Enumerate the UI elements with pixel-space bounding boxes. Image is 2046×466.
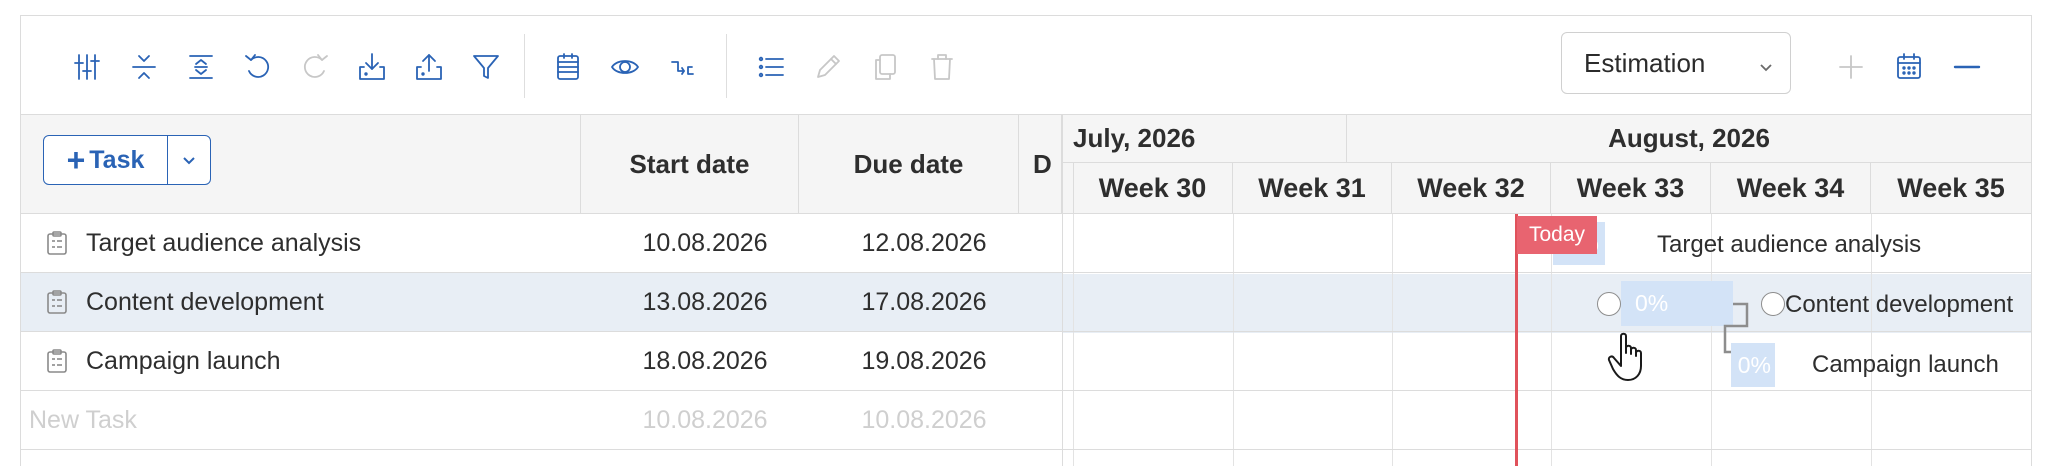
new-task-start-date[interactable]: 10.08.2026 — [596, 391, 814, 450]
week-gridline — [1073, 214, 1074, 466]
start-date-cell: 13.08.2026 — [642, 288, 768, 316]
task-clipboard-icon — [45, 348, 69, 374]
collapse-all-icon[interactable] — [126, 49, 162, 85]
redo-icon[interactable] — [297, 49, 333, 85]
plus-icon: + — [66, 142, 86, 178]
add-icon[interactable] — [1833, 49, 1869, 85]
due-date-cell: 12.08.2026 — [861, 229, 987, 257]
task-bar[interactable]: 0% — [1731, 343, 1775, 387]
start-date-cell: 18.08.2026 — [642, 347, 768, 375]
timeline-header: July, 2026 August, 2026 Week 30 Week 31 … — [1063, 115, 2031, 214]
week-header: Week 30 — [1073, 163, 1233, 213]
schedule-icon[interactable] — [550, 49, 586, 85]
task-bar-progress: 0% — [1737, 351, 1771, 378]
hand-cursor-icon — [1607, 332, 1642, 381]
row-gridline — [1063, 272, 2031, 273]
start-date-cell: 10.08.2026 — [642, 229, 768, 257]
task-clipboard-icon — [45, 289, 69, 315]
add-task-button[interactable]: + Task — [44, 136, 168, 184]
table-row[interactable]: Target audience analysis 10.08.2026 12.0… — [21, 214, 1062, 273]
week-header: Week 33 — [1551, 163, 1711, 213]
gantt-app: Estimation + Task Start date Due date D … — [20, 15, 2032, 466]
copy-icon[interactable] — [867, 49, 903, 85]
row-gridline — [1063, 331, 2031, 332]
dependencies-icon[interactable] — [664, 49, 700, 85]
list-icon[interactable] — [753, 49, 789, 85]
add-task-button-group: + Task — [43, 135, 211, 185]
week-header: Week 34 — [1711, 163, 1871, 213]
view-icon[interactable] — [607, 49, 643, 85]
delete-icon[interactable] — [924, 49, 960, 85]
task-bar-label: Campaign launch — [1812, 351, 1999, 378]
import-icon[interactable] — [354, 49, 390, 85]
table-row[interactable]: Content development 13.08.2026 17.08.202… — [21, 273, 1062, 332]
table-row[interactable]: Campaign launch 18.08.2026 19.08.2026 — [21, 332, 1062, 391]
estimation-select[interactable]: Estimation — [1561, 32, 1791, 94]
undo-icon[interactable] — [240, 49, 276, 85]
new-task-due-date[interactable]: 10.08.2026 — [814, 391, 1034, 450]
chevron-down-icon — [1756, 53, 1776, 73]
task-bar-progress: 0% — [1635, 290, 1669, 316]
month-header: August, 2026 — [1347, 115, 2031, 163]
toolbar-separator — [524, 34, 525, 98]
task-column-header: + Task — [21, 115, 581, 213]
task-name: Campaign launch — [86, 347, 281, 375]
edit-icon[interactable] — [810, 49, 846, 85]
row-gridline — [1063, 449, 2031, 450]
chevron-down-icon — [183, 157, 195, 165]
new-task-row[interactable]: New Task 10.08.2026 10.08.2026 — [21, 391, 1062, 450]
grid-header: + Task Start date Due date D — [21, 115, 1062, 214]
due-date-cell: 19.08.2026 — [861, 347, 987, 375]
start-date-header[interactable]: Start date — [581, 115, 799, 213]
add-task-dropdown[interactable] — [168, 136, 210, 184]
estimation-select-value: Estimation — [1584, 47, 1706, 78]
due-date-header[interactable]: Due date — [799, 115, 1019, 213]
due-date-cell: 17.08.2026 — [861, 288, 987, 316]
week-gridline — [1233, 214, 1234, 466]
week-gridline — [1392, 214, 1393, 466]
toolbar: Estimation — [21, 16, 2031, 115]
week-header: Week 31 — [1233, 163, 1392, 213]
task-clipboard-icon — [45, 230, 69, 256]
week-header: Week 35 — [1897, 172, 2005, 203]
toolbar-separator — [726, 34, 727, 98]
expand-all-icon[interactable] — [183, 49, 219, 85]
zoom-out-icon[interactable] — [1949, 49, 1985, 85]
export-icon[interactable] — [411, 49, 447, 85]
today-marker-label: Today — [1517, 216, 1597, 254]
filter-icon[interactable] — [468, 49, 504, 85]
calendar-icon[interactable] — [1891, 49, 1927, 85]
week-header: Week 32 — [1392, 163, 1551, 213]
task-bar-label: Target audience analysis — [1657, 231, 1922, 258]
link-start-handle[interactable] — [1597, 292, 1621, 316]
row-gridline — [1063, 390, 2031, 391]
divider — [1073, 163, 1074, 213]
duration-header[interactable]: D — [1019, 115, 1062, 213]
new-task-name-placeholder[interactable]: New Task — [29, 391, 137, 450]
task-name: Content development — [86, 288, 324, 316]
add-task-label: Task — [89, 145, 145, 174]
month-header: July, 2026 — [1063, 115, 1347, 163]
task-name: Target audience analysis — [86, 229, 362, 257]
column-settings-icon[interactable] — [69, 49, 105, 85]
task-bar-label: Content development — [1785, 291, 2014, 318]
